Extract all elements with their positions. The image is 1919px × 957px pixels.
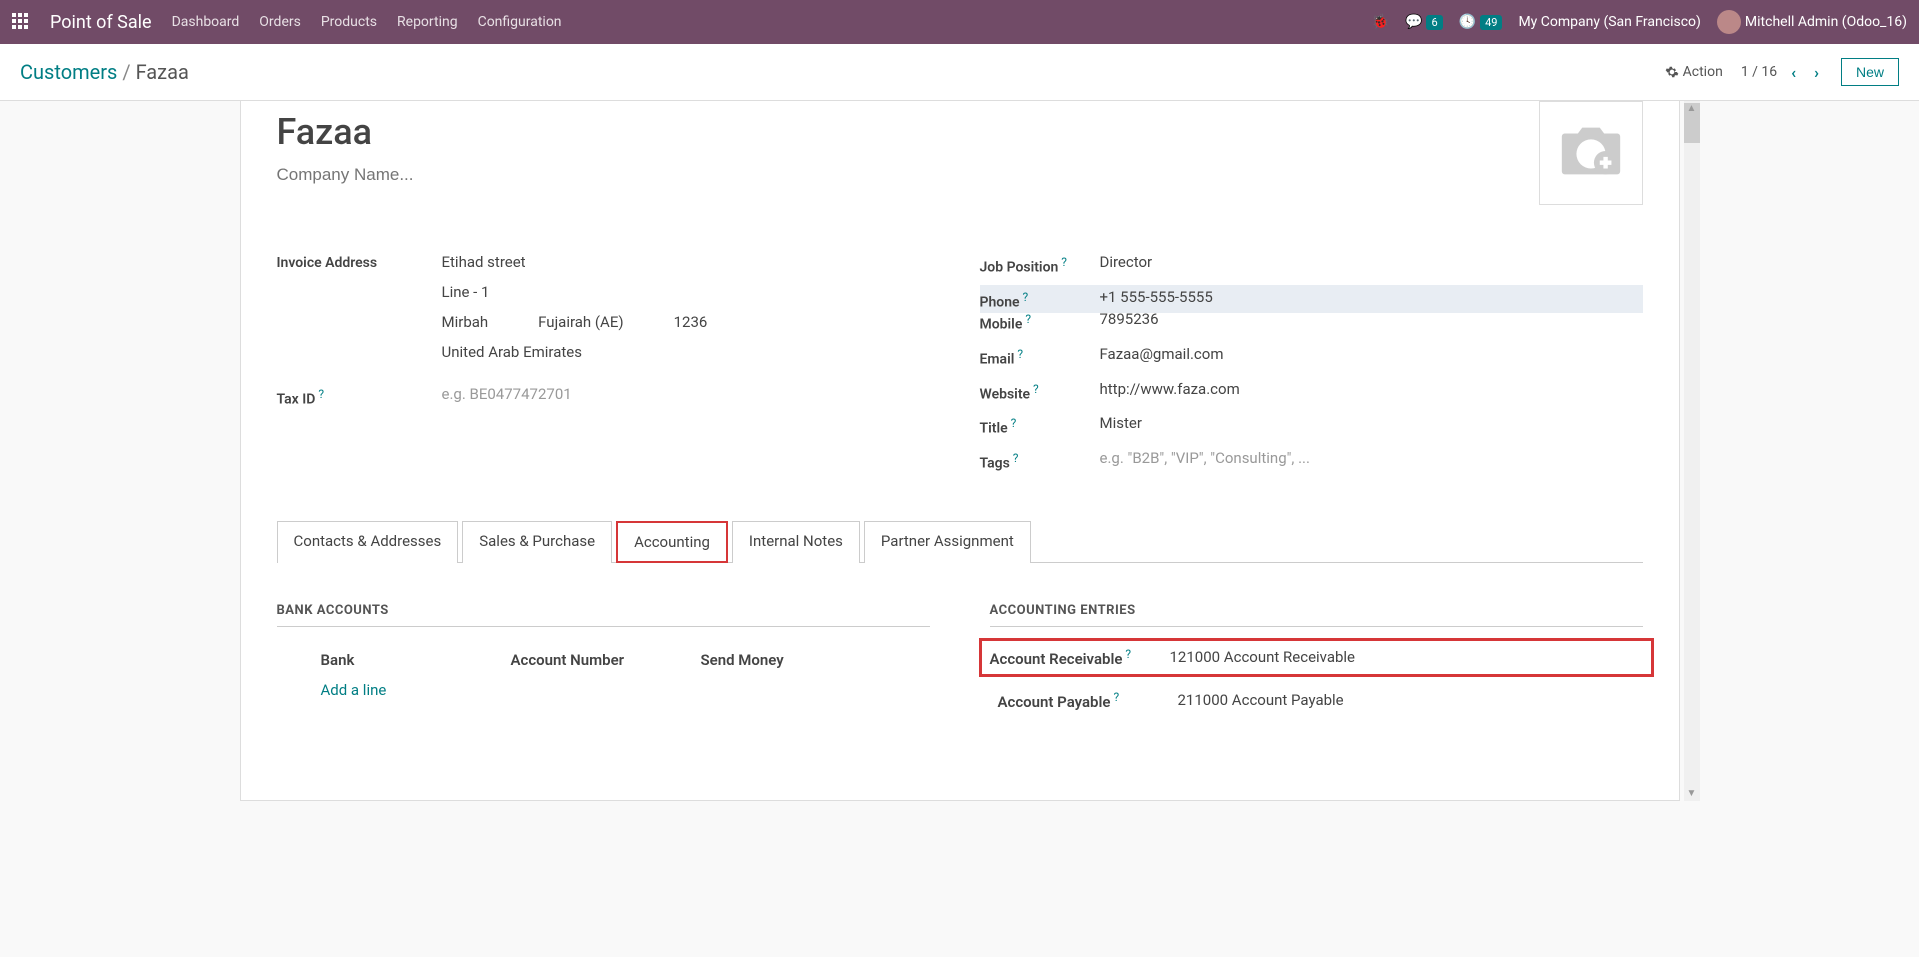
activity-badge: 49 [1480, 15, 1502, 30]
bank-col-send: Send Money [701, 651, 784, 669]
title-field[interactable]: Mister [1100, 414, 1643, 432]
nav-configuration[interactable]: Configuration [478, 14, 562, 30]
nav-orders[interactable]: Orders [259, 14, 301, 30]
user-name: Mitchell Admin (Odoo_16) [1745, 14, 1907, 30]
payable-label: Account Payable [998, 690, 1178, 711]
accounting-entries-section: ACCOUNTING ENTRIES Account Receivable 12… [990, 603, 1643, 733]
top-navbar: Point of Sale Dashboard Orders Products … [0, 0, 1919, 44]
scrollbar[interactable]: ▲ ▼ [1684, 101, 1700, 801]
address-label: Invoice Address [277, 253, 442, 271]
country-field[interactable]: United Arab Emirates [442, 343, 940, 361]
tags-field[interactable]: e.g. "B2B", "VIP", "Consulting", ... [1100, 449, 1643, 467]
pager: 1 / 16 ‹ › [1741, 59, 1823, 86]
title-label: Title [980, 414, 1100, 437]
customer-name[interactable]: Fazaa [277, 111, 677, 153]
street-field[interactable]: Etihad street [442, 253, 940, 271]
mobile-label: Mobile [980, 310, 1100, 333]
state-field[interactable]: Fujairah (AE) [538, 313, 623, 331]
taxid-field[interactable]: e.g. BE0477472701 [442, 385, 940, 403]
pager-count[interactable]: 1 / 16 [1741, 64, 1777, 80]
messages-menu[interactable]: 💬 6 [1405, 14, 1443, 30]
website-field[interactable]: http://www.faza.com [1100, 380, 1643, 398]
mobile-field[interactable]: 7895236 [1100, 310, 1643, 328]
breadcrumb-root[interactable]: Customers [20, 60, 117, 84]
breadcrumb-sep: / [122, 60, 135, 84]
activity-menu[interactable]: 🕓 49 [1459, 14, 1503, 30]
chat-icon: 💬 [1405, 14, 1422, 30]
tab-contacts[interactable]: Contacts & Addresses [277, 521, 459, 563]
bank-col-bank: Bank [321, 651, 511, 669]
action-label: Action [1683, 64, 1723, 80]
bug-icon[interactable]: 🐞 [1372, 14, 1389, 30]
account-payable-row: Account Payable 211000 Account Payable [990, 686, 1643, 715]
account-receivable-row: Account Receivable 121000 Account Receiv… [979, 638, 1654, 677]
scroll-down-icon[interactable]: ▼ [1684, 786, 1700, 801]
tab-accounting[interactable]: Accounting [616, 521, 728, 563]
company-field[interactable] [277, 165, 677, 185]
tab-sales[interactable]: Sales & Purchase [462, 521, 612, 563]
add-bank-line[interactable]: Add a line [277, 681, 930, 699]
user-menu[interactable]: Mitchell Admin (Odoo_16) [1717, 10, 1907, 34]
zip-field[interactable]: 1236 [674, 313, 708, 331]
bank-col-account: Account Number [511, 651, 701, 669]
receivable-field[interactable]: 121000 Account Receivable [1170, 648, 1356, 666]
company-switcher[interactable]: My Company (San Francisco) [1518, 14, 1700, 30]
receivable-label: Account Receivable [990, 647, 1170, 668]
avatar [1717, 10, 1741, 34]
job-field[interactable]: Director [1100, 253, 1643, 271]
website-label: Website [980, 380, 1100, 403]
job-label: Job Position [980, 253, 1100, 276]
phone-label: Phone [980, 288, 1100, 311]
form-sheet: Fazaa Invoice Address Etihad street Line… [240, 101, 1680, 801]
app-brand[interactable]: Point of Sale [50, 12, 152, 33]
apps-icon[interactable] [12, 13, 30, 31]
image-upload[interactable] [1539, 101, 1643, 205]
tab-partner-assignment[interactable]: Partner Assignment [864, 521, 1031, 563]
right-column: Job PositionDirector Phone+1 555-555-555… [980, 253, 1643, 484]
breadcrumb: Customers / Fazaa [20, 60, 189, 84]
payable-field[interactable]: 211000 Account Payable [1178, 691, 1344, 709]
breadcrumb-current: Fazaa [136, 60, 189, 84]
email-field[interactable]: Fazaa@gmail.com [1100, 345, 1643, 363]
nav-dashboard[interactable]: Dashboard [172, 14, 240, 30]
bank-accounts-section: BANK ACCOUNTS Bank Account Number Send M… [277, 603, 930, 733]
nav-products[interactable]: Products [321, 14, 377, 30]
accounting-section-title: ACCOUNTING ENTRIES [990, 603, 1643, 627]
email-label: Email [980, 345, 1100, 368]
tags-label: Tags [980, 449, 1100, 472]
camera-icon [1556, 121, 1626, 185]
taxid-label: Tax ID [277, 385, 442, 408]
phone-field[interactable]: +1 555-555-5555 [1100, 288, 1643, 306]
left-column: Invoice Address Etihad street Line - 1 M… [277, 253, 940, 484]
clock-icon: 🕓 [1459, 14, 1476, 30]
city-field[interactable]: Mirbah [442, 313, 489, 331]
gear-icon [1665, 65, 1679, 79]
next-icon[interactable]: › [1810, 59, 1823, 86]
tab-internal-notes[interactable]: Internal Notes [732, 521, 860, 563]
scroll-up-icon[interactable]: ▲ [1684, 101, 1700, 116]
action-menu[interactable]: Action [1665, 64, 1723, 80]
new-button[interactable]: New [1841, 58, 1899, 86]
street2-field[interactable]: Line - 1 [442, 283, 940, 301]
bank-section-title: BANK ACCOUNTS [277, 603, 930, 627]
messages-badge: 6 [1426, 15, 1442, 30]
nav-reporting[interactable]: Reporting [397, 14, 458, 30]
prev-icon[interactable]: ‹ [1787, 59, 1800, 86]
subheader: Customers / Fazaa Action 1 / 16 ‹ › New [0, 44, 1919, 101]
tabs: Contacts & Addresses Sales & Purchase Ac… [277, 520, 1643, 563]
